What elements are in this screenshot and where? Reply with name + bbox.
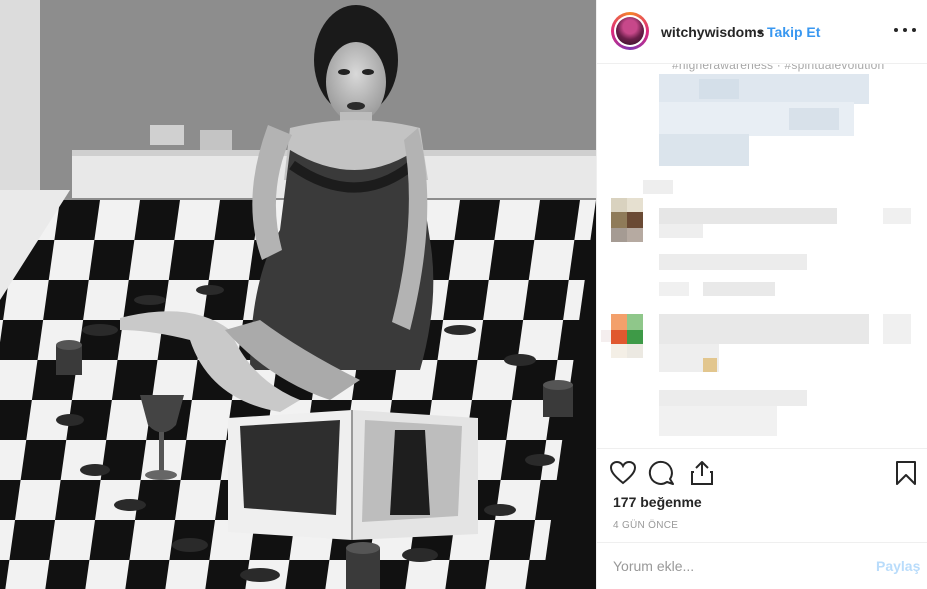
comment-meta-pixelated (659, 390, 809, 436)
post-comment-button[interactable]: Paylaş (876, 558, 920, 574)
commenter-avatar-pixelated[interactable] (611, 314, 643, 358)
bookmark-icon[interactable] (892, 459, 920, 487)
likes-count[interactable]: 177 beğenme (613, 494, 702, 510)
post-photo[interactable] (0, 0, 596, 589)
post-sidebar: witchywisdoms • Takip Et #higherawarenes… (596, 0, 927, 589)
username-link[interactable]: witchywisdoms (661, 24, 764, 40)
post-header: witchywisdoms • Takip Et (597, 0, 927, 64)
follow-button[interactable]: Takip Et (767, 24, 820, 40)
action-bar: 177 beğenme 4 GÜN ÖNCE (597, 448, 927, 542)
post-timestamp[interactable]: 4 GÜN ÖNCE (613, 520, 678, 531)
commenter-avatar-pixelated[interactable] (611, 198, 643, 242)
comment-input[interactable] (613, 557, 853, 575)
share-upload-icon[interactable] (688, 459, 716, 487)
comment-item (601, 314, 926, 374)
instagram-post: witchywisdoms • Takip Et #higherawarenes… (0, 0, 927, 589)
avatar-ring-gap (614, 15, 646, 47)
avatar[interactable] (611, 12, 649, 50)
caption-hashtags: #higherawareness · #spiritualevolution (672, 64, 885, 72)
separator-dot: • (758, 24, 763, 40)
speech-bubble-icon[interactable] (648, 459, 676, 487)
comment-item (611, 180, 926, 254)
heart-icon[interactable] (609, 459, 637, 487)
add-comment-bar: Paylaş (597, 542, 927, 589)
avatar-image (616, 17, 644, 45)
caption-pixelated (659, 74, 871, 166)
more-options-icon[interactable] (894, 20, 916, 40)
comment-meta-pixelated (659, 254, 809, 296)
photo-image (0, 0, 596, 589)
comments-section[interactable]: #higherawareness · #spiritualevolution (597, 64, 927, 448)
